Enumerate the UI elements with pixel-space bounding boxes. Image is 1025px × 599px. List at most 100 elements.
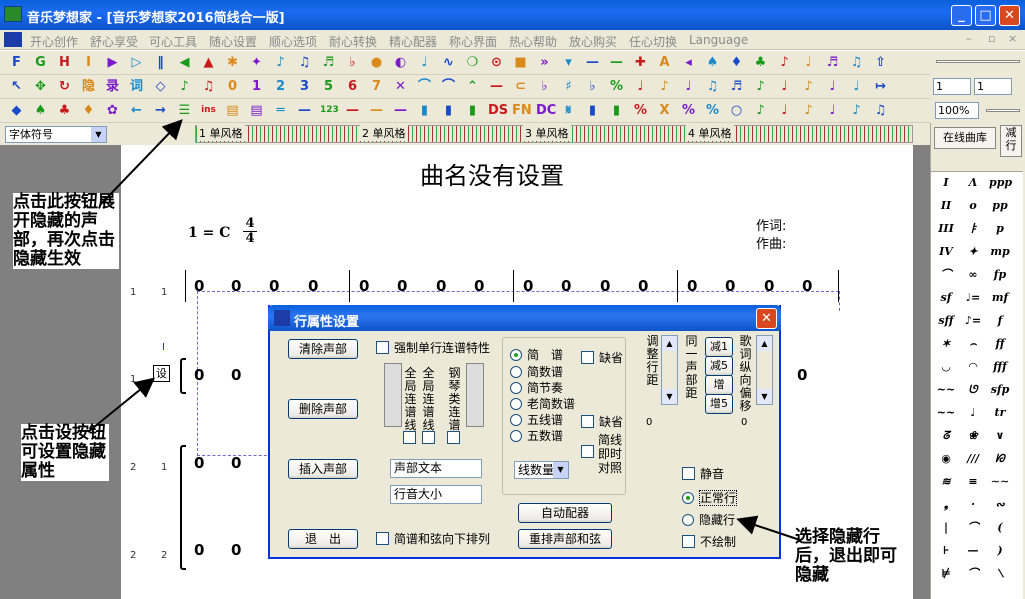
toolbar-icon[interactable]: ♫ bbox=[296, 54, 313, 71]
palette-symbol[interactable]: mf bbox=[989, 289, 1011, 307]
palette-symbol[interactable]: ㅑ bbox=[962, 220, 984, 238]
toolbar-icon[interactable]: ▶ bbox=[104, 54, 121, 71]
reduce-row-tab[interactable]: 减行 bbox=[1000, 125, 1022, 157]
toolbar-icon[interactable]: ☰ bbox=[176, 102, 193, 119]
jianshupu-radio[interactable]: 简数谱 bbox=[510, 363, 563, 380]
toolbar-icon[interactable]: ⊙ bbox=[488, 54, 505, 71]
menu-item-settings[interactable]: 随心设置 bbox=[209, 33, 257, 50]
menu-item-enjoy[interactable]: 舒心享受 bbox=[90, 33, 138, 50]
spin-down-icon[interactable]: ▼ bbox=[662, 389, 677, 404]
time-signature[interactable]: 4 4 bbox=[243, 217, 257, 246]
palette-symbol[interactable]: ~~ bbox=[935, 404, 957, 422]
toolbar-icon[interactable]: ↦ bbox=[872, 78, 889, 95]
toolbar-icon[interactable]: ⌒ bbox=[416, 78, 433, 95]
palette-symbol[interactable]: ⌢ bbox=[962, 335, 984, 353]
chevron-down-icon[interactable]: ▼ bbox=[553, 462, 568, 478]
toolbar-icon[interactable]: 6 bbox=[344, 78, 361, 95]
laojianshupu-radio[interactable]: 老简数谱 bbox=[510, 395, 575, 412]
normal-row-radio[interactable]: 正常行 bbox=[682, 489, 738, 506]
close-button[interactable]: ✕ bbox=[999, 5, 1020, 26]
note-rest[interactable]: 0 bbox=[194, 277, 204, 295]
toolbar-icon[interactable]: ♭ bbox=[344, 54, 361, 71]
toolbar-icon[interactable]: ■ bbox=[512, 54, 529, 71]
toolbar-icon[interactable]: 词 bbox=[128, 78, 145, 95]
toolbar-icon[interactable]: ♩ bbox=[632, 78, 649, 95]
toolbar-icon[interactable]: 录 bbox=[104, 78, 121, 95]
toolbar-icon[interactable]: ✿ bbox=[104, 102, 121, 119]
toolbar-icon[interactable]: 0 bbox=[224, 78, 241, 95]
palette-symbol[interactable]: ✦ bbox=[962, 243, 984, 261]
palette-symbol[interactable]: IV bbox=[935, 243, 957, 261]
jianjiezou-radio[interactable]: 简节奏 bbox=[510, 379, 563, 396]
toolbar-icon[interactable]: 𝄋 bbox=[560, 102, 577, 119]
zoom-select[interactable]: 100% bbox=[935, 102, 979, 119]
toolbar-icon[interactable]: ♪ bbox=[272, 54, 289, 71]
toolbar-icon[interactable]: 5 bbox=[320, 78, 337, 95]
wushupu-radio[interactable]: 五数谱 bbox=[510, 427, 563, 444]
toolbar-icon[interactable]: ∿ bbox=[440, 54, 457, 71]
insert-voice-button[interactable]: 插入声部 bbox=[288, 459, 358, 479]
toolbar-icon[interactable]: 7 bbox=[368, 78, 385, 95]
menu-item-buy[interactable]: 放心购买 bbox=[569, 33, 617, 50]
toolbar-icon[interactable]: ○ bbox=[728, 102, 745, 119]
toolbar-icon[interactable]: ♩ bbox=[680, 78, 697, 95]
toolbar-icon[interactable]: ⌒ bbox=[440, 78, 457, 95]
palette-symbol[interactable]: ✶ bbox=[935, 335, 957, 353]
toolbar-icon[interactable]: — bbox=[488, 78, 505, 95]
palette-symbol[interactable]: p bbox=[989, 220, 1011, 238]
toolbar-icon[interactable]: ♦ bbox=[728, 54, 745, 71]
toolbar-icon[interactable]: ◇ bbox=[152, 78, 169, 95]
palette-symbol[interactable]: ❟ bbox=[935, 496, 957, 514]
toolbar-icon[interactable]: ♦ bbox=[80, 102, 97, 119]
minus1-button[interactable]: 减1 bbox=[705, 337, 733, 357]
palette-symbol[interactable]: ♪= bbox=[962, 312, 984, 330]
toolbar-icon[interactable]: FN bbox=[512, 102, 532, 119]
toolbar-icon[interactable]: % bbox=[632, 102, 649, 119]
note-rest[interactable]: 0 bbox=[194, 541, 204, 559]
toolbar-icon[interactable]: ♬ bbox=[824, 54, 841, 71]
mdi-minimize-icon[interactable]: – bbox=[966, 32, 972, 45]
toolbar-icon[interactable]: » bbox=[536, 54, 553, 71]
spin-input-1[interactable]: 1 bbox=[933, 78, 971, 95]
toolbar-icon[interactable]: ♪ bbox=[776, 54, 793, 71]
toolbar-icon[interactable]: ♩ bbox=[824, 78, 841, 95]
toolbar-icon[interactable]: — bbox=[296, 102, 313, 119]
palette-symbol[interactable]: mp bbox=[989, 243, 1011, 261]
toolbar-icon[interactable]: → bbox=[152, 102, 169, 119]
palette-symbol[interactable]: II bbox=[935, 197, 957, 215]
spin-up-icon[interactable]: ▲ bbox=[757, 336, 772, 351]
palette-symbol[interactable]: Λ bbox=[962, 174, 984, 192]
note-rest[interactable]: 0 bbox=[231, 366, 241, 384]
toolbar-icon[interactable]: — bbox=[368, 102, 385, 119]
toolbar-icon[interactable]: ♬ bbox=[320, 54, 337, 71]
menu-item-create[interactable]: 开心创作 bbox=[30, 33, 78, 50]
toolbar-icon[interactable]: ♫ bbox=[704, 78, 721, 95]
toolbar-icon[interactable]: ◂ bbox=[680, 54, 697, 71]
toolbar-icon[interactable]: ◆ bbox=[8, 102, 25, 119]
toolbar-icon[interactable]: ⌃ bbox=[464, 78, 481, 95]
toolbar-icon[interactable]: % bbox=[680, 102, 697, 119]
minus5-button[interactable]: 减5 bbox=[705, 356, 733, 376]
palette-symbol[interactable]: ∾ bbox=[989, 496, 1011, 514]
palette-symbol[interactable]: | bbox=[935, 519, 957, 537]
toolbar-icon[interactable]: — bbox=[584, 54, 601, 71]
palette-symbol[interactable]: ∨ bbox=[989, 427, 1011, 445]
palette-symbol[interactable]: ⌒ bbox=[935, 266, 957, 284]
toolbar-icon[interactable]: ♪ bbox=[752, 102, 769, 119]
maximize-button[interactable]: □ bbox=[975, 5, 996, 26]
hidden-row-radio[interactable]: 隐藏行 bbox=[682, 511, 735, 528]
toolbar-icon[interactable]: ▮ bbox=[464, 102, 481, 119]
force-single-row-checkbox[interactable]: 强制单行连谱特性 bbox=[376, 339, 490, 356]
toolbar-icon[interactable]: — bbox=[344, 102, 361, 119]
toolbar-icon[interactable]: ✦ bbox=[248, 54, 265, 71]
toolbar-icon[interactable]: ♩ bbox=[416, 54, 433, 71]
toolbar-icon[interactable]: DC bbox=[536, 102, 556, 119]
note-rest[interactable]: 0 bbox=[797, 366, 807, 384]
toolbar-icon[interactable]: ✕ bbox=[392, 78, 409, 95]
jianpu-chord-down-checkbox[interactable]: 简谱和弦向下排列 bbox=[376, 530, 490, 547]
toolbar-icon[interactable]: I bbox=[80, 54, 97, 71]
palette-symbol[interactable]: tr bbox=[989, 404, 1011, 422]
font-symbol-select[interactable]: 字体符号 ▼ bbox=[5, 126, 107, 143]
palette-symbol[interactable]: ⌒ bbox=[962, 565, 984, 583]
note-rest[interactable]: 0 bbox=[523, 277, 533, 295]
